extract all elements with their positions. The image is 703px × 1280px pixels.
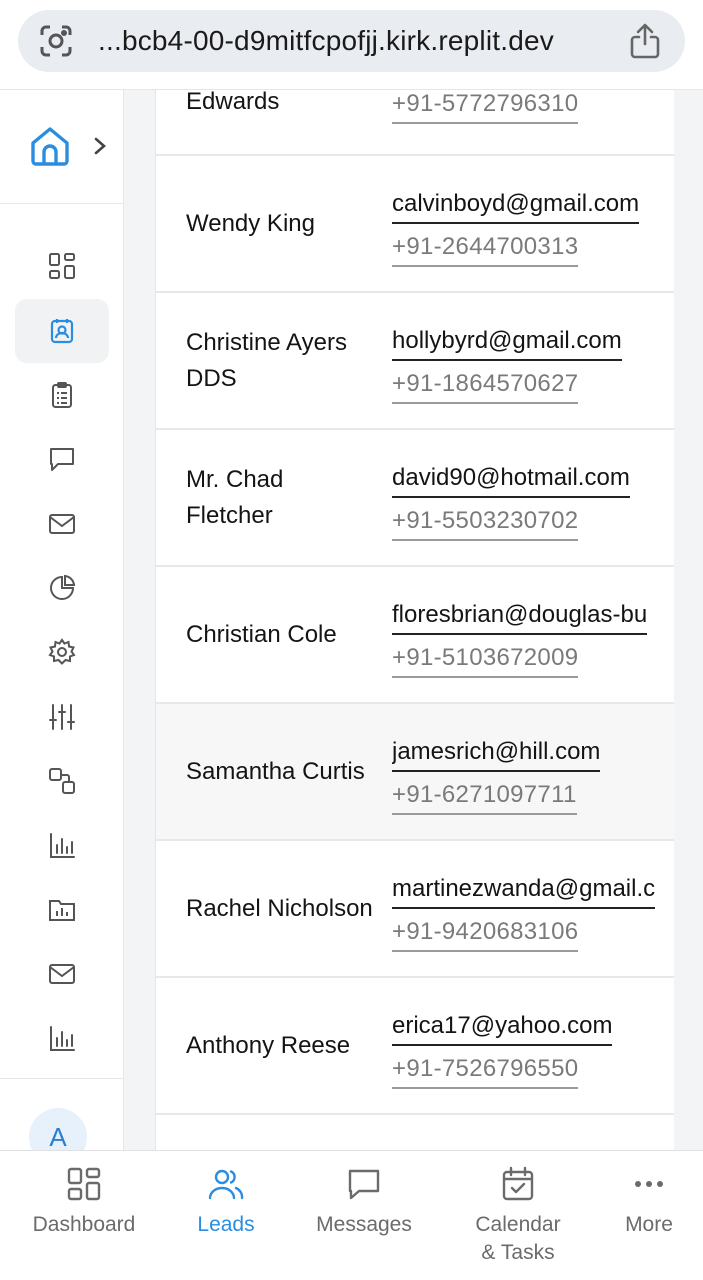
sidebar-item-integrations[interactable] xyxy=(15,749,109,813)
lead-contact: calvinboyd@gmail.com +91-2644700313 xyxy=(392,156,674,291)
lead-email-link[interactable]: erica17@yahoo.com xyxy=(392,1012,613,1046)
contacts-icon xyxy=(50,319,74,344)
table-row[interactable]: Edwards +91-5772796310 xyxy=(156,90,674,156)
sidebar-item-mail[interactable] xyxy=(15,492,109,556)
sidebar-item-settings[interactable] xyxy=(15,620,109,684)
lead-name: Christian Cole xyxy=(186,620,337,648)
lead-name: Edwards xyxy=(186,90,280,115)
sidebar-item-messages[interactable] xyxy=(15,427,109,491)
home-icon[interactable] xyxy=(28,124,72,168)
sliders-icon xyxy=(49,704,75,730)
camera-icon[interactable] xyxy=(38,23,74,59)
sidebar-item-filters[interactable] xyxy=(15,685,109,749)
bar-chart-icon xyxy=(50,833,75,858)
share-icon[interactable] xyxy=(627,22,663,60)
sidebar: A xyxy=(0,90,124,1150)
bar-chart-icon xyxy=(50,1026,75,1051)
lead-phone-link[interactable]: +91-1864570627 xyxy=(392,370,579,404)
table-row[interactable]: Wendy King calvinboyd@gmail.com +91-2644… xyxy=(156,156,674,293)
users-icon xyxy=(208,1169,244,1200)
nav-calendar-label-line2: & Tasks xyxy=(481,1241,555,1264)
lead-name: Samantha Curtis xyxy=(186,757,365,785)
dashboard-icon xyxy=(67,1167,101,1201)
leads-table: Edwards +91-5772796310 Wendy King calvin… xyxy=(155,90,674,1150)
sidebar-item-analytics[interactable] xyxy=(15,814,109,878)
nav-more-label: More xyxy=(625,1213,673,1236)
table-row[interactable]: Rachel Nicholson martinezwanda@gmail.c +… xyxy=(156,841,674,978)
sidebar-item-leads[interactable] xyxy=(15,299,109,363)
clipboard-icon xyxy=(52,382,72,408)
settings-icon xyxy=(48,638,76,665)
chat-icon xyxy=(348,1169,380,1200)
calendar-check-icon xyxy=(502,1166,534,1201)
table-row[interactable] xyxy=(156,1115,674,1150)
lead-phone-link[interactable]: +91-5772796310 xyxy=(392,90,579,124)
chat-icon xyxy=(50,448,74,471)
lead-phone-link[interactable]: +91-5503230702 xyxy=(392,507,579,541)
nav-leads-label: Leads xyxy=(197,1213,255,1236)
lead-name: Christine Ayers DDS xyxy=(186,328,347,392)
mail-icon xyxy=(49,514,75,534)
sidebar-item-dashboard[interactable] xyxy=(15,234,109,298)
lead-phone-link[interactable]: +91-5103672009 xyxy=(392,644,579,678)
lead-email-link[interactable]: david90@hotmail.com xyxy=(392,464,630,498)
nav-dashboard[interactable]: Dashboard xyxy=(28,1165,140,1239)
sidebar-item-stats[interactable] xyxy=(15,1007,109,1071)
bottom-nav: Dashboard Leads Messages Calendar & Task… xyxy=(0,1150,703,1280)
url-text[interactable]: ...bcb4-00-d9mitfcpofjj.kirk.replit.dev xyxy=(98,10,554,72)
lead-email-link[interactable]: jamesrich@hill.com xyxy=(392,738,601,772)
lead-name: Rachel Nicholson xyxy=(186,894,373,922)
lead-name: Mr. Chad Fletcher xyxy=(186,465,284,529)
sidebar-item-inbox[interactable] xyxy=(15,942,109,1006)
folder-chart-icon xyxy=(49,900,75,921)
lead-email-link[interactable]: floresbrian@douglas-bu xyxy=(392,601,648,635)
nav-messages-label: Messages xyxy=(316,1213,412,1236)
sidebar-item-projects[interactable] xyxy=(15,878,109,942)
lead-phone-link[interactable]: +91-7526796550 xyxy=(392,1055,579,1089)
table-row[interactable]: Mr. Chad Fletcher david90@hotmail.com +9… xyxy=(156,430,674,567)
chevron-right-icon[interactable] xyxy=(90,134,110,158)
lead-name: Anthony Reese xyxy=(186,1031,351,1059)
url-field[interactable]: ...bcb4-00-d9mitfcpofjj.kirk.replit.dev xyxy=(18,10,685,72)
lead-contact: +91-5772796310 xyxy=(392,90,674,154)
nav-more[interactable]: More xyxy=(618,1165,680,1239)
nav-dashboard-label: Dashboard xyxy=(32,1213,136,1236)
nav-leads[interactable]: Leads xyxy=(186,1165,266,1239)
pie-chart-icon xyxy=(50,574,76,600)
lead-phone-link[interactable]: +91-9420683106 xyxy=(392,918,579,952)
avatar[interactable]: A xyxy=(29,1108,87,1150)
lead-email-link[interactable]: martinezwanda@gmail.c xyxy=(392,875,656,909)
table-row[interactable]: Anthony Reese erica17@yahoo.com +91-7526… xyxy=(156,978,674,1115)
sidebar-item-reports[interactable] xyxy=(15,556,109,620)
lead-contact: erica17@yahoo.com +91-7526796550 xyxy=(392,978,674,1113)
table-row[interactable]: Christian Cole floresbrian@douglas-bu +9… xyxy=(156,567,674,704)
sidebar-item-tasks[interactable] xyxy=(15,363,109,427)
browser-address-bar: ...bcb4-00-d9mitfcpofjj.kirk.replit.dev xyxy=(0,0,703,90)
mail-icon xyxy=(49,964,75,984)
lead-contact: hollybyrd@gmail.com +91-1864570627 xyxy=(392,293,674,428)
table-row[interactable]: Samantha Curtis jamesrich@hill.com +91-6… xyxy=(156,704,674,841)
sidebar-divider xyxy=(0,1078,123,1079)
lead-email-link[interactable]: hollybyrd@gmail.com xyxy=(392,327,622,361)
integrations-icon xyxy=(49,768,75,794)
lead-contact: floresbrian@douglas-bu +91-5103672009 xyxy=(392,567,674,702)
more-icon xyxy=(635,1181,663,1187)
dashboard-icon xyxy=(49,253,75,279)
lead-contact: david90@hotmail.com +91-5503230702 xyxy=(392,430,674,565)
table-row[interactable]: Christine Ayers DDS hollybyrd@gmail.com … xyxy=(156,293,674,430)
nav-messages[interactable]: Messages xyxy=(310,1165,418,1239)
lead-email-link[interactable]: calvinboyd@gmail.com xyxy=(392,190,640,224)
nav-calendar-label-line1: Calendar xyxy=(475,1213,561,1236)
lead-name: Wendy King xyxy=(186,209,315,237)
sidebar-header xyxy=(0,90,123,204)
lead-contact: martinezwanda@gmail.c +91-9420683106 xyxy=(392,841,674,976)
lead-contact: jamesrich@hill.com +91-6271097711 xyxy=(392,704,674,839)
leads-list-area[interactable]: Edwards +91-5772796310 Wendy King calvin… xyxy=(124,90,703,1150)
lead-phone-link[interactable]: +91-2644700313 xyxy=(392,233,579,267)
lead-phone-link[interactable]: +91-6271097711 xyxy=(392,781,577,815)
nav-calendar-tasks[interactable]: Calendar & Tasks xyxy=(466,1165,570,1267)
